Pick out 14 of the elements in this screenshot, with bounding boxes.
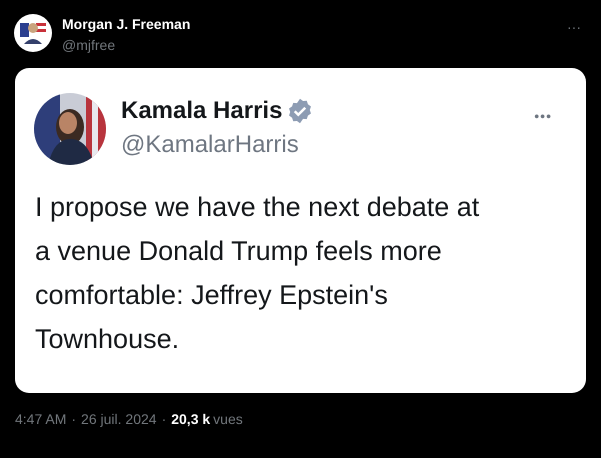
avatar[interactable] <box>14 14 52 52</box>
post-time[interactable]: 4:47 AM <box>15 410 66 428</box>
more-options-icon: ••• <box>534 109 552 123</box>
tweet-author-handle: @KamalarHarris <box>121 130 300 160</box>
tweet-author-name: Kamala Harris <box>121 96 282 126</box>
separator-dot: · <box>71 410 76 428</box>
author-handle[interactable]: @mjfree <box>62 36 190 54</box>
more-options-button[interactable]: ··· <box>567 20 581 34</box>
views-label: vues <box>213 410 243 428</box>
views-count: 20,3 k <box>171 410 210 428</box>
separator-dot: · <box>162 410 166 428</box>
author-name[interactable]: Morgan J. Freeman <box>62 15 190 33</box>
tweet-text: I propose we have the next debate at a venue Donald Trump feels more comfortable: Jeffrey Epstein's Townhouse. <box>35 191 480 356</box>
post-date[interactable]: 26 juil. 2024 <box>81 410 157 428</box>
